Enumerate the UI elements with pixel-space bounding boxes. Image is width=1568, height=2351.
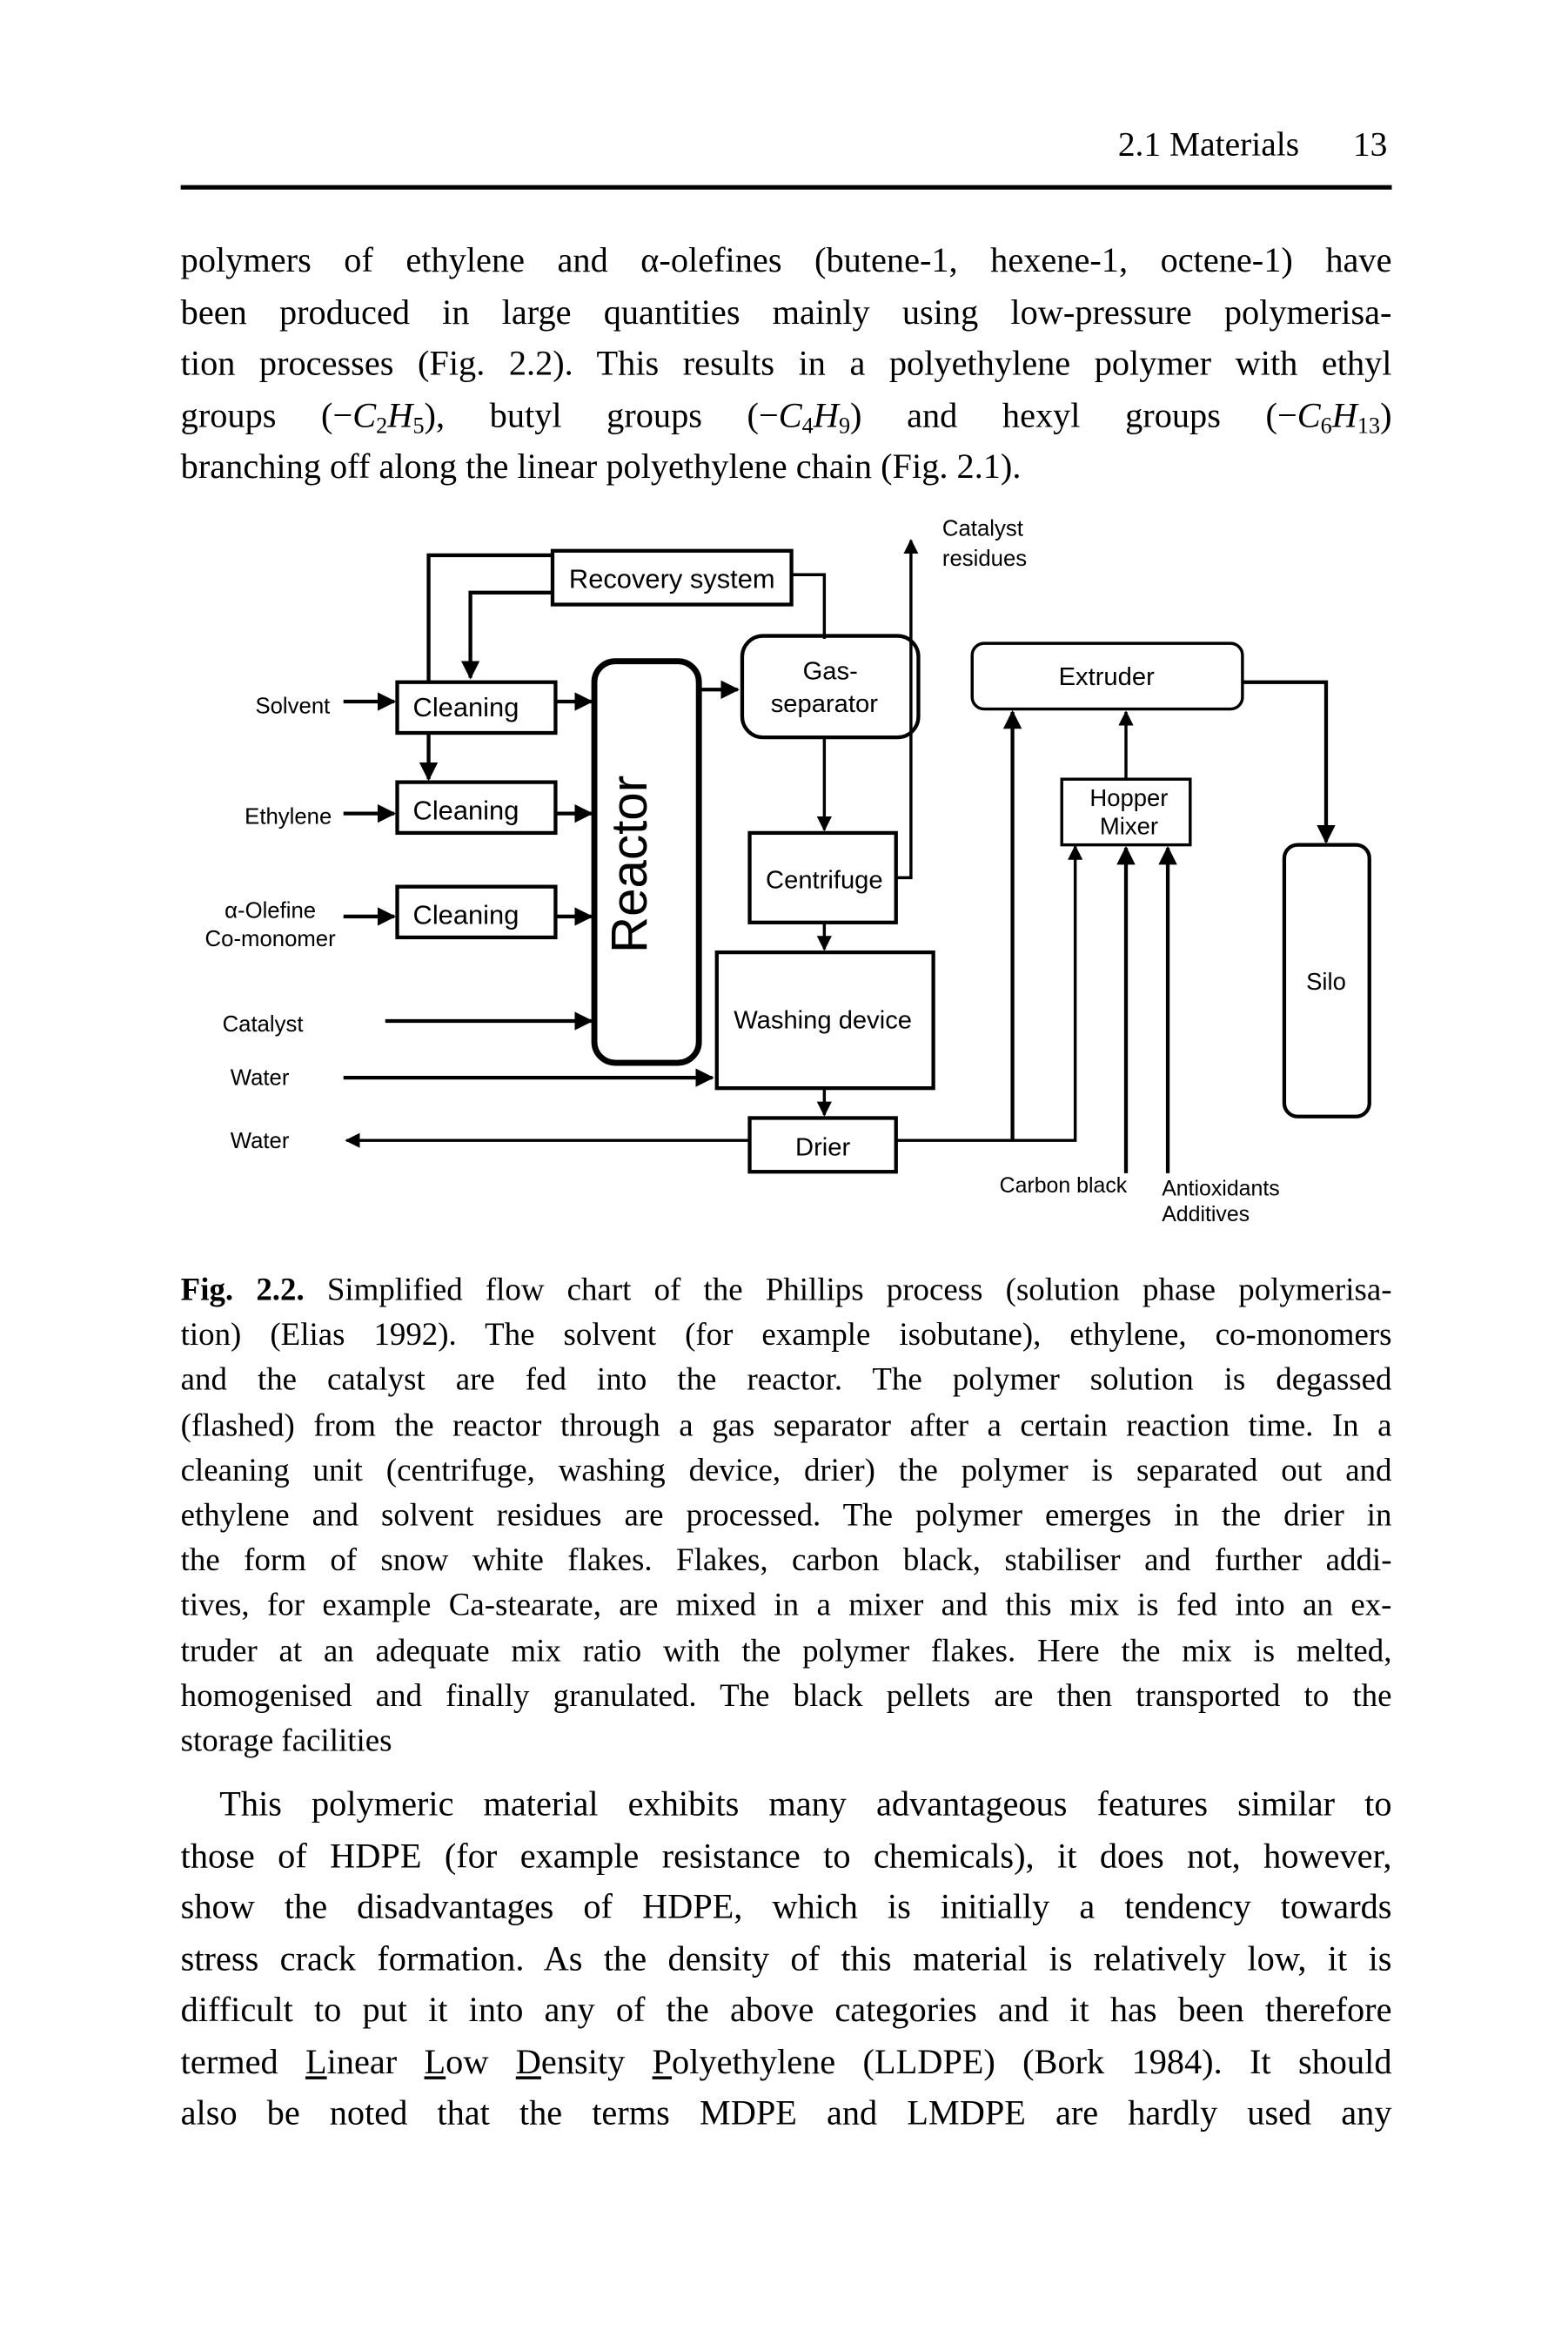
paragraph-lldpe: This polymeric material exhibits many ad… — [181, 1779, 1392, 2139]
catalyst-residues-label-1: Catalyst — [942, 517, 1023, 541]
caption-line: tion) (Elias 1992). The solvent (for exa… — [180, 1316, 1392, 1354]
flow-line — [426, 553, 553, 682]
mixer-label: Mixer — [1100, 813, 1158, 840]
carbon-black-label: Carbon black — [1000, 1173, 1128, 1198]
text-line: stress crack formation. As the density o… — [180, 1939, 1392, 1979]
catalyst-residues-line — [895, 539, 919, 880]
hopper-label: Hopper — [1089, 784, 1168, 811]
water-out-label: Water — [231, 1129, 290, 1153]
caption-line: the form of snow white flakes. Flakes, c… — [180, 1542, 1392, 1578]
text-line: those of HDPE (for example resistance to… — [180, 1837, 1392, 1876]
drier-label: Drier — [795, 1133, 850, 1161]
caption-line: and the catalyst are fed into the reacto… — [180, 1361, 1392, 1398]
figure-caption: Fig. 2.2. Simplified flow chart of the P… — [181, 1267, 1392, 1763]
lldpe-line: termed Linear Low Density Polyethylene (… — [180, 2042, 1392, 2082]
extruder-label: Extruder — [1059, 663, 1156, 691]
figure-label: Fig. 2.2. — [180, 1272, 305, 1308]
recovery-system-label: Recovery system — [569, 564, 775, 594]
cleaning-label-2: Cleaning — [413, 795, 519, 825]
silo-label: Silo — [1306, 968, 1346, 995]
text-line: difficult to put it into any of the abov… — [180, 1991, 1392, 2031]
text-line: This polymeric material exhibits many ad… — [219, 1785, 1392, 1824]
additives-label: Additives — [1162, 1202, 1250, 1226]
antioxidants-label: Antioxidants — [1162, 1177, 1279, 1201]
solvent-label: Solvent — [255, 695, 330, 719]
comonomer-label: Co-monomer — [205, 927, 337, 951]
caption-line: tives, for example Ca-stearate, are mixe… — [180, 1587, 1392, 1623]
book-page: 2.1 Materials 13 polymers of ethylene and… — [0, 0, 1568, 2351]
flow-line — [895, 844, 1083, 1142]
flow-line — [1242, 680, 1336, 844]
caption-line: ethylene and solvent residues are proces… — [180, 1496, 1392, 1534]
olefine-label: α-Olefine — [224, 899, 316, 924]
reactor-label: Reactor — [601, 776, 658, 953]
ethylene-label: Ethylene — [245, 805, 332, 830]
water-in-label: Water — [231, 1066, 290, 1091]
caption-line: (flashed) from the reactor through a gas… — [180, 1407, 1392, 1443]
centrifuge-label: Centrifuge — [766, 866, 883, 894]
washing-device-label: Washing device — [734, 1007, 912, 1035]
caption-line: storage facilities — [180, 1722, 392, 1758]
catalyst-label: Catalyst — [223, 1012, 304, 1037]
gas-separator-label-2: separator — [771, 690, 879, 718]
caption-line: homogenised and finally granulated. The … — [180, 1677, 1392, 1714]
gas-separator-label-1: Gas- — [803, 657, 858, 685]
flow-line — [460, 590, 553, 680]
flow-line — [791, 573, 827, 639]
text-line: also be noted that the terms MDPE and LM… — [180, 2094, 1392, 2133]
gas-separator-box — [740, 634, 921, 740]
caption-line: cleaning unit (centrifuge, washing devic… — [180, 1452, 1392, 1488]
phillips-process-flow-chart: Recovery system Solvent Ethylene α-Olefi… — [205, 517, 1371, 1226]
cleaning-label-1: Cleaning — [413, 692, 519, 722]
cleaning-label-3: Cleaning — [413, 900, 519, 930]
caption-line: truder at an adequate mix ratio with the… — [180, 1632, 1392, 1669]
caption-line: Fig. 2.2. Simplified flow chart of the P… — [180, 1272, 1392, 1308]
text-line: show the disadvantages of HDPE, which is… — [180, 1888, 1392, 1927]
catalyst-residues-label-2: residues — [942, 547, 1027, 571]
